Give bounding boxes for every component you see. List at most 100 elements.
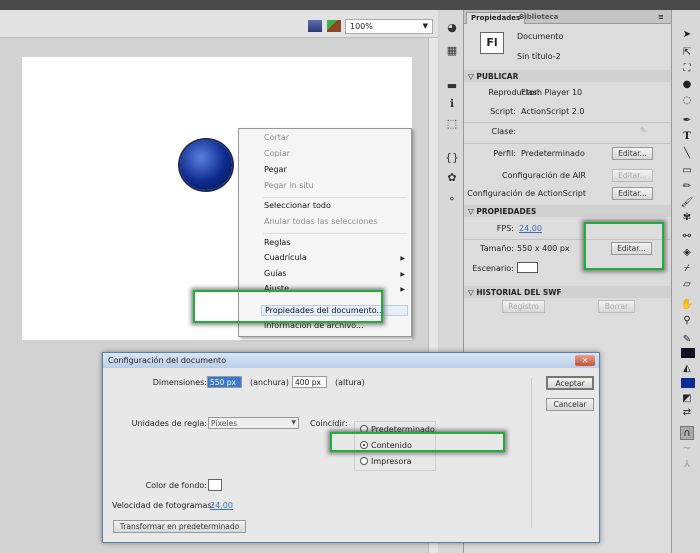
swap-colors-icon[interactable]: ⇄ xyxy=(680,406,694,420)
bg-color-swatch[interactable] xyxy=(208,479,222,491)
menu-item-paste-in-place[interactable]: Pegar in situ xyxy=(264,181,314,190)
fill-color-swatch[interactable] xyxy=(681,378,695,388)
highlight-box xyxy=(330,432,505,452)
actionscript-label: Configuración de ActionScript xyxy=(467,189,586,198)
subselection-tool-icon[interactable]: ⇱ xyxy=(680,46,694,60)
units-label: Unidades de regla: xyxy=(131,419,207,428)
radio-label: Impresora xyxy=(371,457,412,466)
menu-item-select-all[interactable]: Seleccionar todo xyxy=(264,201,331,210)
stroke-color-icon[interactable]: ✎ xyxy=(680,333,694,347)
align-icon[interactable]: ▬ xyxy=(445,80,459,92)
menu-item-copy[interactable]: Copiar xyxy=(264,149,290,158)
snap-to-objects-icon[interactable]: ∩ xyxy=(680,426,694,440)
brush-tool-icon[interactable]: 🖌 xyxy=(680,196,694,210)
eraser-icon[interactable]: ▱ xyxy=(680,278,694,292)
stroke-color-swatch[interactable] xyxy=(681,348,695,358)
section-title: PROPIEDADES xyxy=(476,207,537,216)
motion-presets-icon[interactable]: ∘ xyxy=(445,193,459,205)
chevron-down-icon: ▼ xyxy=(422,22,428,30)
clear-button[interactable]: Borrar xyxy=(598,300,635,313)
rectangle-tool-icon[interactable]: ▭ xyxy=(680,164,694,178)
bone-tool-icon[interactable]: ⚯ xyxy=(680,230,694,244)
width-input[interactable]: 550 px xyxy=(207,376,242,388)
menu-item-cut[interactable]: Cortar xyxy=(264,133,289,142)
script-label: Script: xyxy=(490,107,516,116)
selection-tool-icon[interactable]: ➤ xyxy=(680,28,694,42)
units-select[interactable]: Píxeles ▼ xyxy=(208,417,299,429)
chevron-down-icon: ▼ xyxy=(291,419,296,426)
menu-item-guides[interactable]: Guías xyxy=(264,269,287,278)
panel-tabs: Propiedades Biblioteca ≡ xyxy=(464,10,671,24)
menu-item-paste[interactable]: Pegar xyxy=(264,165,287,174)
clapper-icon[interactable] xyxy=(308,20,322,32)
menu-separator xyxy=(263,233,407,234)
highlight-box xyxy=(584,222,664,270)
accept-button[interactable]: Aceptar xyxy=(546,376,594,390)
hand-tool-icon[interactable]: ✋ xyxy=(680,298,694,312)
flash-doc-icon: Fl xyxy=(480,32,504,54)
height-label: (altura) xyxy=(335,378,365,387)
menu-item-grid[interactable]: Cuadrícula xyxy=(264,253,307,262)
transform-icon[interactable]: ⬚ xyxy=(445,118,459,130)
free-transform-icon[interactable]: ⛶ xyxy=(680,62,694,76)
framerate-value[interactable]: 24,00 xyxy=(210,501,233,510)
cancel-button[interactable]: Cancelar xyxy=(546,398,594,411)
line-tool-icon[interactable]: ╲ xyxy=(680,147,694,161)
default-colors-icon[interactable]: ◩ xyxy=(680,392,694,406)
smooth-icon[interactable]: ~ xyxy=(680,442,694,456)
top-bar xyxy=(0,0,700,10)
blue-button-graphic[interactable] xyxy=(180,140,232,190)
code-snippets-icon[interactable]: {} xyxy=(445,152,459,164)
pencil-tool-icon[interactable]: ✏ xyxy=(680,180,694,194)
lasso-icon[interactable]: ◌ xyxy=(680,94,694,108)
menu-separator xyxy=(263,197,407,198)
edit-profile-button[interactable]: Editar... xyxy=(612,147,653,160)
divider xyxy=(531,378,532,528)
menu-item-deselect-all[interactable]: Anular todas las selecciones xyxy=(264,217,377,226)
paint-bucket-icon[interactable]: ◈ xyxy=(680,246,694,260)
symbol-icon[interactable] xyxy=(327,20,341,32)
menu-item-rulers[interactable]: Reglas xyxy=(264,238,291,247)
log-button[interactable]: Registro xyxy=(502,300,545,313)
dialog-title: Configuración del documento xyxy=(103,353,599,368)
tab-library[interactable]: Biblioteca xyxy=(515,12,562,24)
height-input[interactable]: 400 px xyxy=(292,376,327,388)
fill-color-icon[interactable]: ◭ xyxy=(680,362,694,376)
script-value: ActionScript 2.0 xyxy=(521,107,585,116)
text-tool-icon[interactable]: T xyxy=(680,130,694,144)
panel-menu-icon[interactable]: ≡ xyxy=(654,12,668,24)
edit-air-button[interactable]: Editar... xyxy=(612,169,653,182)
profile-label: Perfil: xyxy=(493,149,516,158)
highlight-box xyxy=(193,290,383,323)
section-swf-history[interactable]: ▽ HISTORIAL DEL SWF xyxy=(464,286,671,298)
submenu-arrow-icon: ▶ xyxy=(400,286,405,293)
deco-tool-icon[interactable]: ✾ xyxy=(680,211,694,225)
stage-color-swatch[interactable] xyxy=(517,262,538,273)
3d-rotation-icon[interactable]: ● xyxy=(680,78,694,92)
pen-icon[interactable]: ✒ xyxy=(680,114,694,128)
close-button[interactable]: ✕ xyxy=(575,355,595,366)
air-label: Configuración de AIR xyxy=(502,171,586,180)
units-value: Píxeles xyxy=(211,419,238,428)
size-label: Tamaño: xyxy=(480,244,514,253)
doc-name: Sin título-2 xyxy=(517,52,561,61)
tools-panel: ➤ ⇱ ⛶ ● ◌ ✒ T ╲ ▭ ✏ 🖌 ✾ ⚯ ◈ ⌿ ▱ ✋ ⚲ ✎ ◭ … xyxy=(671,10,700,553)
zoom-select[interactable]: 100% ▼ xyxy=(345,19,433,34)
doc-type: Documento xyxy=(517,32,564,41)
straighten-icon[interactable]: ⅄ xyxy=(680,458,694,472)
info-icon[interactable]: ℹ xyxy=(445,98,459,110)
section-title: HISTORIAL DEL SWF xyxy=(476,288,562,297)
edit-actionscript-button[interactable]: Editar... xyxy=(612,187,653,200)
eyedropper-icon[interactable]: ⌿ xyxy=(680,262,694,276)
section-publish[interactable]: ▽ PUBLICAR xyxy=(464,70,671,82)
pencil-icon[interactable]: ✎ xyxy=(640,126,647,135)
fps-value[interactable]: 24,00 xyxy=(519,224,542,233)
swatches-icon[interactable]: ▦ xyxy=(445,45,459,57)
zoom-tool-icon[interactable]: ⚲ xyxy=(680,314,694,328)
stage-label: Escenario: xyxy=(472,264,514,273)
components-icon[interactable]: ✿ xyxy=(445,172,459,184)
section-properties[interactable]: ▽ PROPIEDADES xyxy=(464,205,671,217)
color-icon[interactable]: ◕ xyxy=(445,22,459,34)
make-default-button[interactable]: Transformar en predeterminado xyxy=(113,520,246,533)
radio-printer[interactable]: Impresora xyxy=(360,457,412,466)
